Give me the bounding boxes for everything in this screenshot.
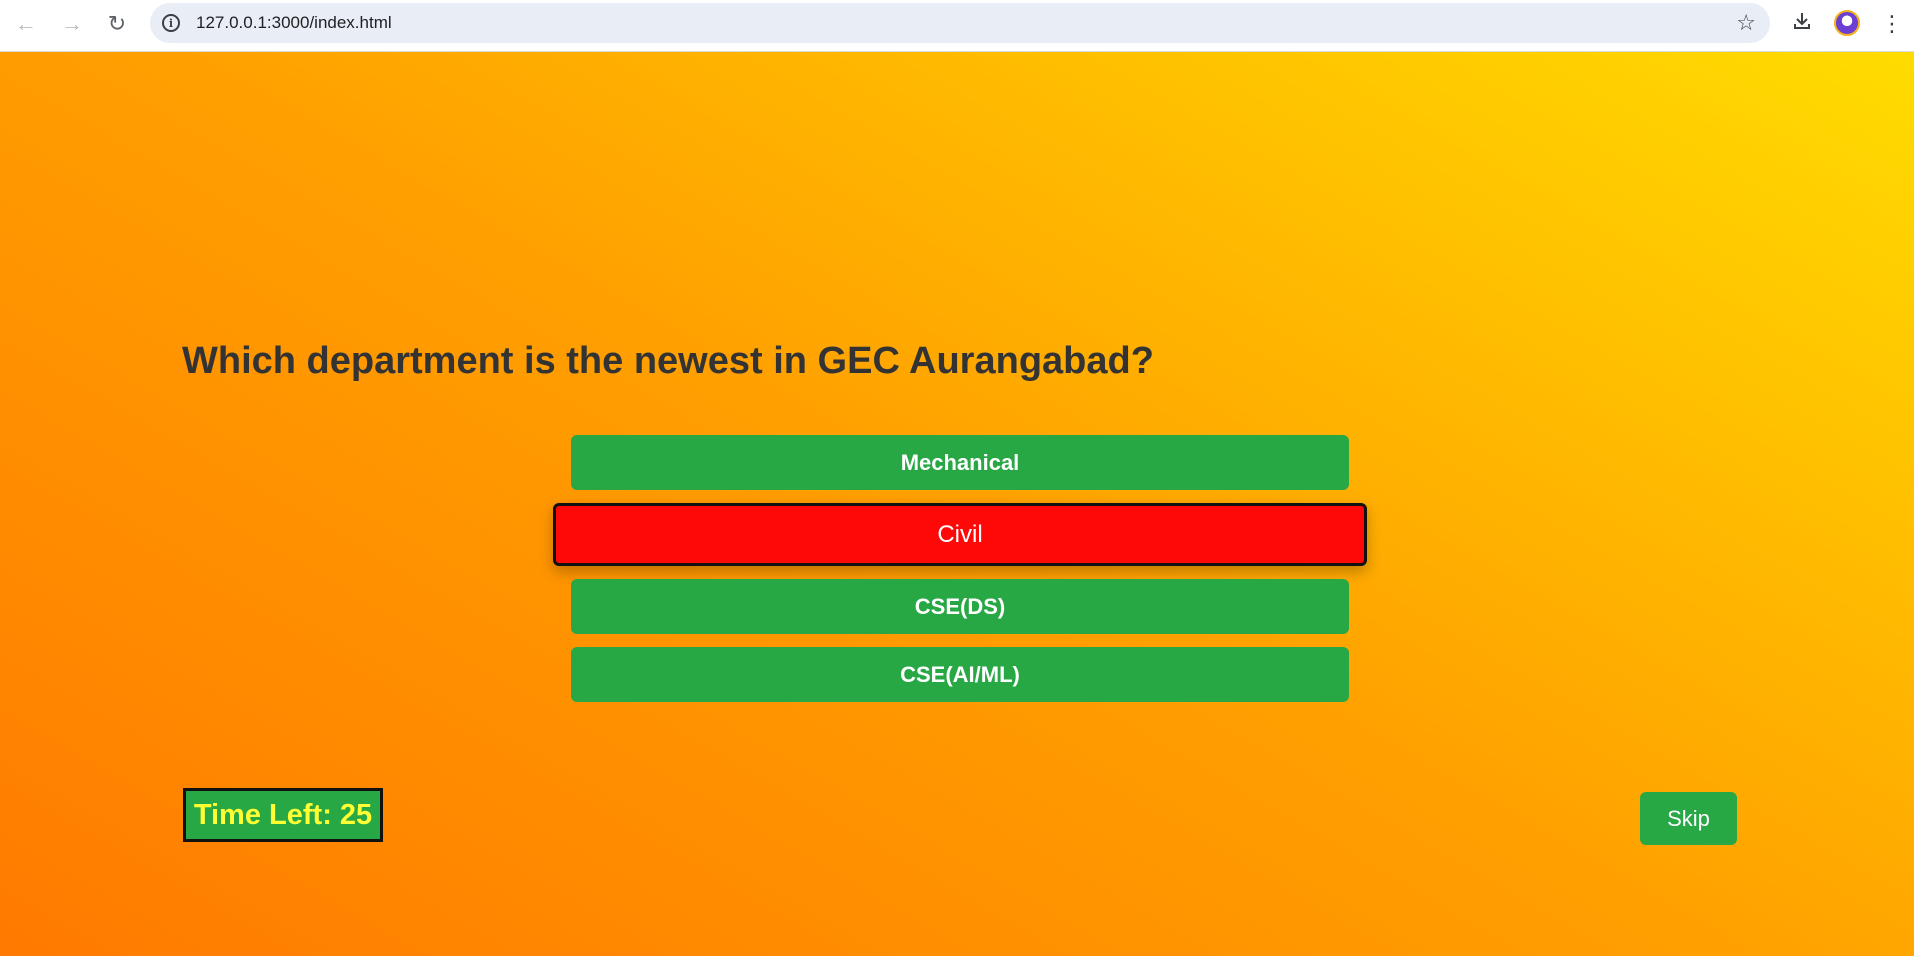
star-icon[interactable]: ☆ [1736,3,1756,43]
back-button[interactable]: ← [8,8,44,40]
option-cse-ds[interactable]: CSE(DS) [571,579,1349,634]
forward-button[interactable]: → [54,8,90,40]
profile-avatar[interactable] [1834,10,1860,36]
download-button[interactable] [1786,8,1818,40]
arrow-left-icon: ← [15,11,37,36]
browser-menu-button[interactable]: ⋮ [1876,8,1908,40]
question-title: Which department is the newest in GEC Au… [182,340,1154,382]
download-icon [1792,11,1812,37]
arrow-right-icon: → [61,11,83,36]
option-civil-selected[interactable]: Civil [553,503,1367,566]
browser-toolbar: ← → ↻ i 127.0.0.1:3000/index.html ☆ ⋮ [0,0,1914,52]
quiz-page: Which department is the newest in GEC Au… [0,52,1914,956]
time-left-display: Time Left: 25 [183,788,383,842]
address-bar[interactable]: i 127.0.0.1:3000/index.html ☆ [150,3,1770,43]
option-mechanical[interactable]: Mechanical [571,435,1349,490]
reload-icon: ↻ [107,11,127,36]
reload-button[interactable]: ↻ [99,8,135,40]
option-cse-ai-ml[interactable]: CSE(AI/ML) [571,647,1349,702]
skip-button[interactable]: Skip [1640,792,1737,845]
url-text[interactable]: 127.0.0.1:3000/index.html [196,3,392,43]
answer-options: Mechanical Civil CSE(DS) CSE(AI/ML) [553,435,1367,715]
kebab-menu-icon: ⋮ [1881,11,1903,36]
info-icon[interactable]: i [162,14,180,32]
